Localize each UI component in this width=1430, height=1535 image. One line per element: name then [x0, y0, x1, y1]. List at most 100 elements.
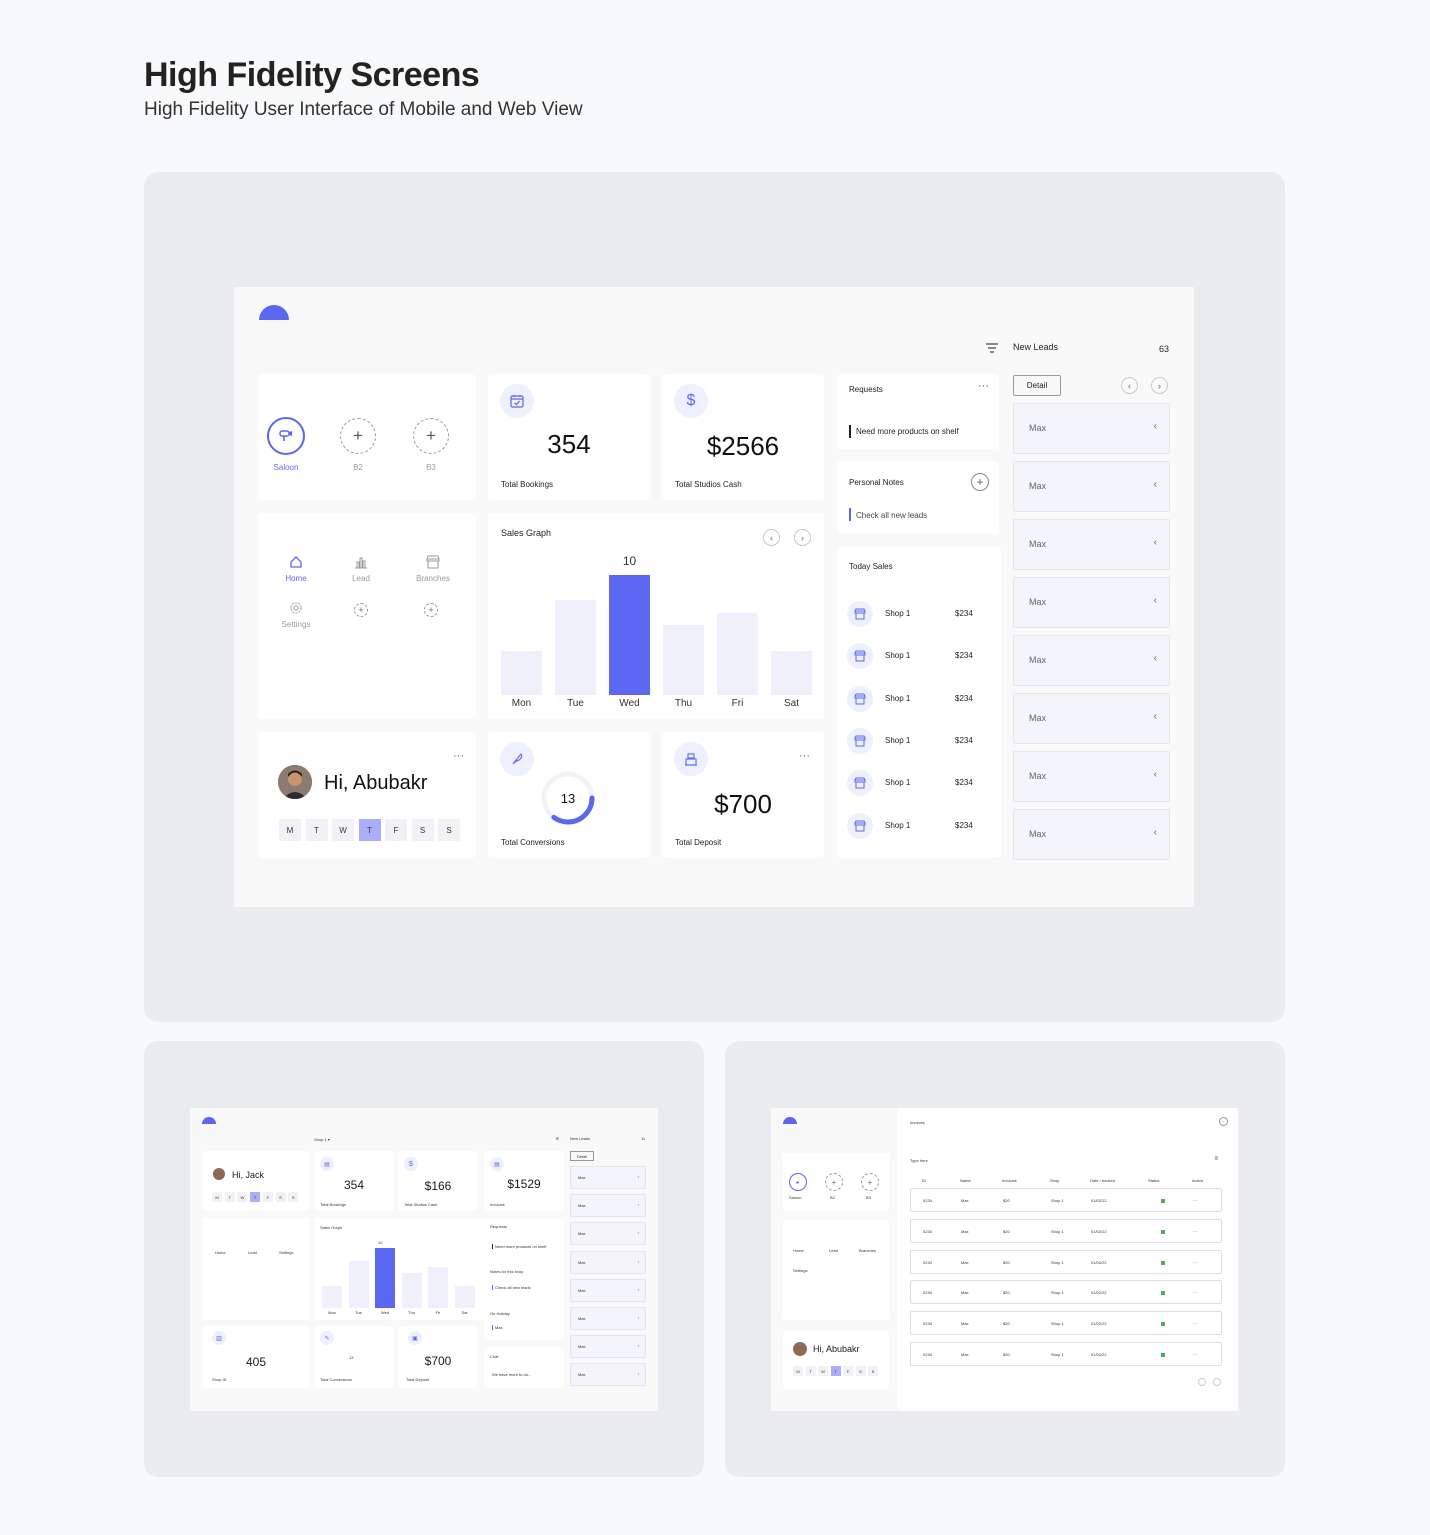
- row-action-button[interactable]: ···: [1193, 1321, 1197, 1326]
- row-action-button[interactable]: ···: [1193, 1260, 1197, 1265]
- sales-row[interactable]: Shop 1 $234: [837, 643, 987, 670]
- chevron-right-icon[interactable]: ›: [638, 1202, 639, 1207]
- weekday-button[interactable]: S: [438, 819, 460, 841]
- weekday-button[interactable]: T: [805, 1366, 816, 1376]
- chevron-left-icon[interactable]: ‹: [1154, 827, 1157, 838]
- weekday-button[interactable]: F: [262, 1192, 273, 1202]
- prev-button[interactable]: [1198, 1378, 1206, 1386]
- weekday-button[interactable]: T: [250, 1192, 261, 1202]
- add-nav-button[interactable]: +: [424, 603, 438, 617]
- weekday-button[interactable]: S: [288, 1192, 299, 1202]
- table-row[interactable]: 0234 Max $20 Shop 1 01/02/22 ···: [910, 1249, 1222, 1274]
- chart-bar[interactable]: [717, 613, 758, 695]
- chevron-left-icon[interactable]: ‹: [1154, 421, 1157, 432]
- chevron-right-icon[interactable]: ›: [638, 1230, 639, 1235]
- weekday-button[interactable]: M: [212, 1192, 222, 1202]
- brand-logo[interactable]: [783, 1117, 797, 1124]
- weekday-button[interactable]: T: [358, 819, 381, 841]
- sales-row[interactable]: Shop 1 $234: [837, 727, 987, 754]
- conversions-card[interactable]: ✎ 13 Total Conversions: [314, 1326, 394, 1388]
- weekday-button[interactable]: S: [868, 1366, 878, 1376]
- weekday-button[interactable]: S: [855, 1366, 866, 1376]
- avatar[interactable]: [793, 1342, 807, 1356]
- row-action-button[interactable]: ···: [1193, 1229, 1197, 1234]
- total-bookings-card[interactable]: 354 Total Bookings: [488, 374, 650, 500]
- chevron-right-icon[interactable]: ›: [638, 1259, 639, 1264]
- total-cash-card[interactable]: $ $2566 Total Studios Cash: [662, 374, 824, 500]
- lead-item[interactable]: Max ›: [570, 1250, 646, 1274]
- weekday-button[interactable]: M: [279, 819, 301, 841]
- shop-selector[interactable]: Shop 1 ▾: [314, 1137, 330, 1142]
- lead-item[interactable]: Max ›: [570, 1363, 646, 1387]
- nav-home[interactable]: Home: [215, 1250, 226, 1255]
- row-action-button[interactable]: ···: [1193, 1290, 1197, 1295]
- lead-item[interactable]: Max ‹: [1013, 403, 1170, 454]
- detail-button[interactable]: Detail: [1013, 375, 1061, 396]
- category-b3[interactable]: +: [861, 1173, 879, 1191]
- row-action-button[interactable]: ···: [1193, 1198, 1197, 1203]
- lead-item[interactable]: Max ›: [570, 1278, 646, 1302]
- detail-button[interactable]: Detail: [570, 1151, 594, 1161]
- invoices-card[interactable]: ▤ $1529 Invoices: [484, 1151, 564, 1211]
- weekday-button[interactable]: W: [237, 1192, 248, 1202]
- category-b2[interactable]: +: [340, 418, 376, 454]
- nav-lead[interactable]: Lead: [248, 1250, 257, 1255]
- chart-bar[interactable]: [771, 650, 812, 695]
- chart-bar[interactable]: [375, 1248, 395, 1308]
- chart-bar[interactable]: [348, 1260, 369, 1308]
- row-action-button[interactable]: ···: [1193, 1352, 1197, 1357]
- lead-item[interactable]: Max ‹: [1013, 577, 1170, 628]
- total-bookings-card[interactable]: ▤ 354 Total Bookings: [314, 1151, 394, 1211]
- lead-item[interactable]: Max ›: [570, 1307, 646, 1330]
- weekday-button[interactable]: S: [411, 819, 434, 841]
- weekday-button[interactable]: T: [305, 819, 328, 841]
- more-icon[interactable]: ···: [453, 750, 464, 762]
- sales-row[interactable]: Shop 1 $234: [837, 685, 987, 712]
- sales-row[interactable]: Shop 1 $234: [837, 601, 987, 627]
- nav-settings[interactable]: Settings: [793, 1268, 807, 1273]
- table-row[interactable]: 0234 Max $20 Shop 1 01/02/22 ···: [910, 1280, 1222, 1305]
- avatar[interactable]: [213, 1168, 225, 1180]
- table-row[interactable]: 0234 Max $20 Shop 1 01/02/22 ···: [910, 1218, 1222, 1243]
- add-note-button[interactable]: +: [971, 473, 989, 491]
- lead-item[interactable]: Max ‹: [1013, 693, 1170, 744]
- next-button[interactable]: [1213, 1378, 1221, 1386]
- chart-bar[interactable]: [401, 1273, 422, 1308]
- close-icon[interactable]: −: [1219, 1117, 1228, 1126]
- nav-branches[interactable]: Branches: [859, 1248, 876, 1253]
- chart-bar[interactable]: [428, 1267, 448, 1308]
- table-row[interactable]: 0234 Max $20 Shop 1 01/02/22 ···: [910, 1188, 1222, 1212]
- chart-bar[interactable]: [322, 1285, 342, 1308]
- lead-item[interactable]: Max ‹: [1013, 519, 1170, 570]
- lead-item[interactable]: Max ‹: [1013, 751, 1170, 802]
- weekday-button[interactable]: T: [830, 1366, 841, 1376]
- table-row[interactable]: 0234 Max $20 Shop 1 01/02/22 ···: [910, 1342, 1222, 1366]
- filter-icon[interactable]: ≡: [1214, 1156, 1218, 1162]
- more-icon[interactable]: ···: [799, 750, 810, 762]
- nav-home[interactable]: Home: [793, 1248, 804, 1253]
- brand-logo[interactable]: [259, 305, 289, 320]
- chart-bar[interactable]: [454, 1285, 475, 1308]
- weekday-button[interactable]: F: [385, 819, 407, 841]
- prev-button[interactable]: ‹: [1121, 377, 1138, 394]
- category-b2[interactable]: +: [825, 1173, 843, 1191]
- weekday-button[interactable]: W: [332, 819, 354, 841]
- table-row[interactable]: 0234 Max $20 Shop 1 01/02/22 ···: [910, 1311, 1222, 1336]
- lead-item[interactable]: Max ‹: [1013, 461, 1170, 512]
- lead-item[interactable]: Max ›: [570, 1222, 646, 1246]
- shop-id-card[interactable]: ▥ 405 Shop ID: [202, 1326, 310, 1388]
- chevron-right-icon[interactable]: ›: [638, 1315, 639, 1320]
- chart-bar[interactable]: [501, 650, 542, 695]
- chevron-left-icon[interactable]: ‹: [1154, 595, 1157, 606]
- conversions-card[interactable]: 13 Total Conversions: [488, 732, 650, 858]
- lead-item[interactable]: Max ‹: [1013, 809, 1170, 860]
- weekday-button[interactable]: T: [224, 1192, 235, 1202]
- lead-item[interactable]: Max ›: [570, 1194, 646, 1218]
- search-input[interactable]: Type here: [910, 1158, 1110, 1163]
- chevron-left-icon[interactable]: ‹: [1154, 653, 1157, 664]
- avatar[interactable]: [278, 765, 312, 799]
- weekday-button[interactable]: F: [843, 1366, 853, 1376]
- weekday-button[interactable]: M: [793, 1366, 803, 1376]
- weekday-button[interactable]: S: [275, 1192, 286, 1202]
- nav-settings[interactable]: Settings: [279, 1250, 293, 1255]
